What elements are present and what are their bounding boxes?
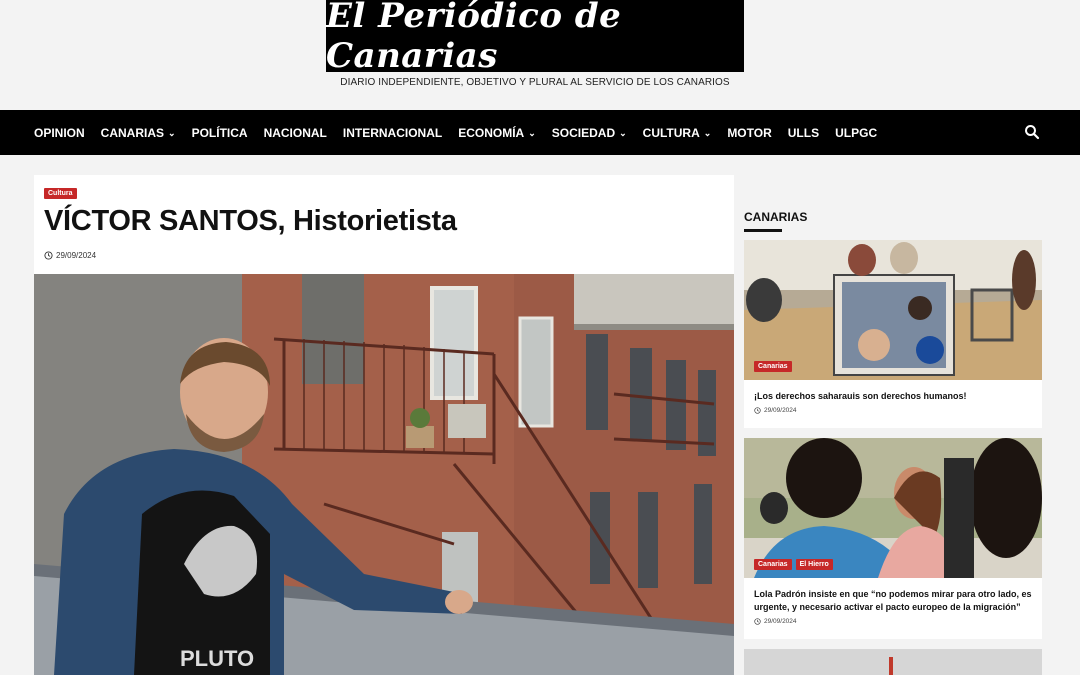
- nav-item-label: OPINION: [34, 125, 85, 140]
- article-hero-image[interactable]: PLUTO: [34, 274, 734, 675]
- category-badge[interactable]: Cultura: [44, 188, 77, 199]
- card-title[interactable]: Lola Padrón insiste en que “no podemos m…: [744, 578, 1042, 614]
- article-title[interactable]: VÍCTOR SANTOS, Historietista: [44, 205, 457, 238]
- card-meta: 29/09/2024: [744, 614, 1042, 625]
- card-photo: [744, 240, 1042, 380]
- site-logo[interactable]: El Periódico de Canarias: [326, 0, 744, 76]
- nav-item-label: ULLS: [787, 125, 820, 140]
- chevron-down-icon: ⌄: [703, 128, 712, 138]
- nav-item-label: ULPGC: [835, 125, 878, 140]
- nav-item-ulls[interactable]: ULLS: [788, 126, 819, 140]
- category-badge[interactable]: El Hierro: [795, 559, 833, 570]
- card-meta: 29/09/2024: [744, 403, 1042, 414]
- card-badges: Canarias El Hierro: [754, 559, 833, 570]
- nav-item-motor[interactable]: MOTOR: [727, 126, 771, 140]
- category-badge[interactable]: Canarias: [754, 559, 792, 570]
- masthead: El Periódico de Canarias DIARIO INDEPEND…: [0, 0, 1080, 110]
- nav-item-nacional[interactable]: NACIONAL: [264, 126, 327, 140]
- article-meta: 29/09/2024: [44, 251, 96, 260]
- sidebar-card[interactable]: Canarias ¡Los derechos saharauis son der…: [744, 240, 1042, 428]
- main-nav: OPINION CANARIAS ⌄ POLÍTICA NACIONAL INTE…: [0, 110, 1080, 155]
- chevron-down-icon: ⌄: [168, 128, 176, 138]
- clock-icon: [44, 251, 53, 260]
- chevron-down-icon: ⌄: [528, 128, 536, 138]
- nav-item-label: ECONOMÍA: [458, 125, 525, 140]
- nav-item-label: CANARIAS: [100, 125, 165, 140]
- sidebar-heading-underline: [744, 229, 782, 232]
- article-date: 29/09/2024: [56, 251, 97, 260]
- nav-item-label: INTERNACIONAL: [342, 125, 443, 140]
- hero-photo: PLUTO: [34, 274, 734, 675]
- category-badge[interactable]: Canarias: [754, 361, 792, 372]
- card-badges: Canarias: [754, 361, 792, 372]
- site-logo-text: El Periódico de Canarias: [326, 0, 622, 76]
- nav-item-politica[interactable]: POLÍTICA: [192, 126, 248, 140]
- nav-item-sociedad[interactable]: SOCIEDAD ⌄: [552, 126, 627, 140]
- nav-item-label: MOTOR: [727, 125, 772, 140]
- chevron-down-icon: ⌄: [619, 128, 627, 138]
- card-thumbnail[interactable]: Canarias: [744, 240, 1042, 380]
- nav-item-canarias[interactable]: CANARIAS ⌄: [101, 126, 176, 140]
- nav-item-ulpgc[interactable]: ULPGC: [835, 126, 877, 140]
- card-date: 29/09/2024: [764, 407, 797, 414]
- nav-item-cultura[interactable]: CULTURA ⌄: [643, 126, 712, 140]
- featured-article: Cultura VÍCTOR SANTOS, Historietista 29/…: [34, 175, 734, 675]
- card-photo: [744, 438, 1042, 578]
- clock-icon: [754, 618, 761, 625]
- card-photo: [744, 649, 1042, 675]
- card-date: 29/09/2024: [764, 618, 797, 625]
- search-icon[interactable]: [1024, 124, 1040, 140]
- card-thumbnail[interactable]: Canarias El Hierro: [744, 438, 1042, 578]
- nav-item-label: NACIONAL: [263, 125, 327, 140]
- nav-item-label: CULTURA: [642, 125, 700, 140]
- clock-icon: [754, 407, 761, 414]
- sidebar-card-partial[interactable]: [744, 649, 1042, 675]
- nav-item-opinion[interactable]: OPINION: [34, 126, 85, 140]
- nav-item-label: SOCIEDAD: [551, 125, 616, 140]
- nav-item-internacional[interactable]: INTERNACIONAL: [343, 126, 442, 140]
- nav-item-label: POLÍTICA: [191, 125, 248, 140]
- card-title[interactable]: ¡Los derechos saharauis son derechos hum…: [744, 380, 1042, 403]
- svg-text:PLUTO: PLUTO: [180, 646, 254, 671]
- sidebar-heading[interactable]: CANARIAS: [744, 210, 807, 224]
- nav-item-economia[interactable]: ECONOMÍA ⌄: [458, 126, 536, 140]
- site-tagline: DIARIO INDEPENDIENTE, OBJETIVO Y PLURAL …: [340, 77, 730, 88]
- sidebar-card[interactable]: Canarias El Hierro Lola Padrón insiste e…: [744, 438, 1042, 639]
